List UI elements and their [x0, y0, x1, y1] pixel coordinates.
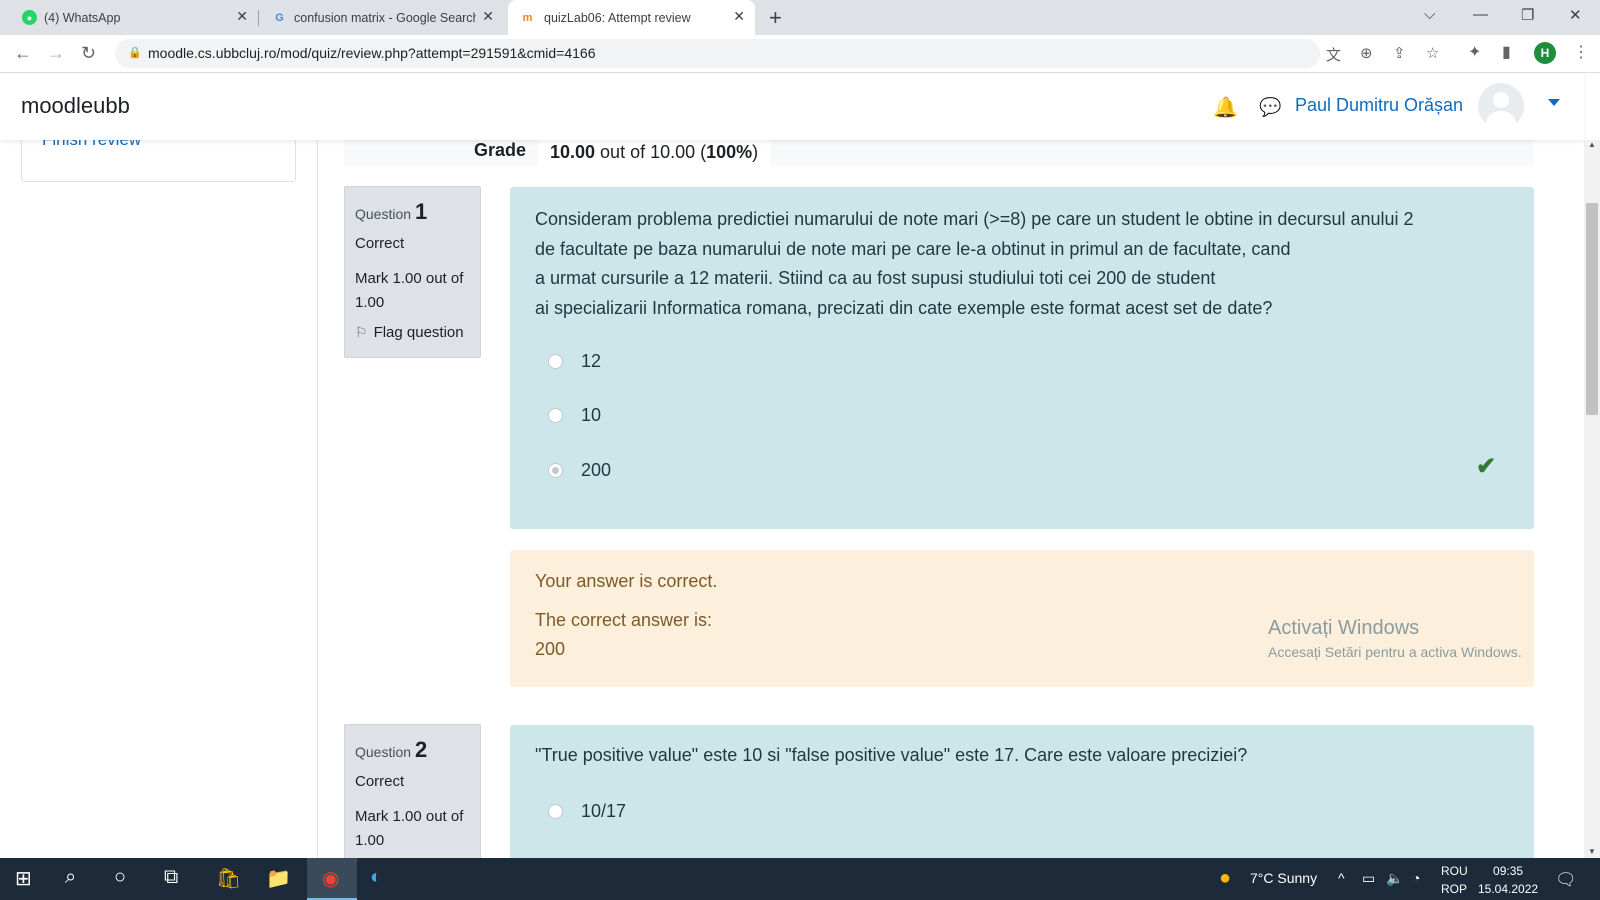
site-navbar: moodleubb 🔔 💬 Paul Dumitru Orășan: [0, 73, 1584, 140]
moodle-icon: m: [522, 11, 533, 24]
windows-activation-title: Activați Windows: [1268, 617, 1420, 639]
answer-option[interactable]: 12: [548, 351, 601, 372]
clock[interactable]: 09:35 15.04.2022: [1478, 862, 1538, 898]
windows-start-icon[interactable]: ⊞: [15, 866, 32, 891]
wifi-icon[interactable]: ◔: [1412, 870, 1420, 886]
question-2-content: "True positive value" este 10 si "false …: [510, 725, 1534, 858]
scroll-up-arrow-icon[interactable]: ▲: [1588, 140, 1596, 149]
user-avatar[interactable]: [1478, 83, 1524, 129]
page-scrollbar[interactable]: ▲ ▼: [1584, 140, 1600, 858]
notification-bell-icon[interactable]: 🔔: [1213, 95, 1238, 120]
question-state: Correct: [355, 235, 405, 252]
tab-google-search[interactable]: G confusion matrix - Google Search ✕: [272, 0, 498, 35]
store-icon[interactable]: 🛍: [216, 866, 241, 891]
notifications-icon[interactable]: 🗨: [1555, 870, 1577, 890]
correct-answer-label: The correct answer is:: [535, 610, 713, 630]
radio-button-selected[interactable]: [548, 463, 563, 478]
answer-option[interactable]: 10/17: [548, 801, 626, 822]
close-tab-icon[interactable]: ✕: [482, 8, 494, 25]
radio-button[interactable]: [548, 804, 563, 819]
flag-question-button[interactable]: ⚐ Flag question: [355, 324, 464, 341]
finish-review-link[interactable]: Finish review: [42, 140, 141, 150]
windows-taskbar: ⊞ ⌕ ○ ⧉ 🛍 📁 ◉ ◐ ● 7°C Sunny ^ ▭ 🔈 ◔ ROU …: [0, 858, 1600, 900]
question-state: Correct: [355, 773, 405, 790]
tab-whatsapp[interactable]: ● (4) WhatsApp ✕: [22, 0, 252, 35]
tab-title: confusion matrix - Google Search: [294, 10, 476, 25]
question-1-content: Consideram problema predictiei numarului…: [510, 187, 1534, 529]
user-name[interactable]: Paul Dumitru Orășan: [1295, 95, 1463, 116]
question-mark: Mark 1.00 out of 1.00: [355, 270, 464, 311]
scroll-down-arrow-icon[interactable]: ▼: [1588, 847, 1596, 856]
browser-toolbar: ← → ↻ 🔒 moodle.cs.ubbcluj.ro/mod/quiz/re…: [0, 35, 1600, 73]
question-number: Question 2: [355, 737, 428, 762]
chrome-taskbar-button[interactable]: ◉: [307, 858, 357, 900]
tab-search-icon[interactable]: ⌵: [1424, 6, 1435, 23]
share-icon[interactable]: ⇪: [1393, 44, 1406, 62]
question-1-info: Question 1 Correct Mark 1.00 out of 1.00…: [344, 186, 481, 358]
messages-icon[interactable]: 💬: [1259, 97, 1281, 118]
correct-answer-value: 200: [535, 639, 566, 659]
zoom-icon[interactable]: ⊕: [1360, 44, 1373, 62]
question-text: "True positive value" este 10 si "false …: [535, 745, 1248, 765]
grade-value: 10.00 out of 10.00 (100%): [538, 140, 771, 166]
close-window-button[interactable]: ✕: [1569, 6, 1582, 24]
radio-button[interactable]: [548, 354, 563, 369]
reload-icon[interactable]: ↻: [81, 43, 96, 64]
chrome-icon: ◉: [322, 868, 340, 890]
answer-option[interactable]: 10: [548, 405, 601, 426]
volume-icon[interactable]: 🔈: [1386, 870, 1403, 887]
file-explorer-icon[interactable]: 📁: [266, 866, 291, 891]
bookmark-star-icon[interactable]: ☆: [1426, 44, 1439, 62]
question-mark: Mark 1.00 out of 1.00: [355, 808, 464, 849]
address-bar[interactable]: 🔒 moodle.cs.ubbcluj.ro/mod/quiz/review.p…: [115, 39, 1439, 68]
google-icon: G: [275, 11, 284, 24]
translate-icon[interactable]: 文: [1326, 44, 1341, 65]
close-tab-icon[interactable]: ✕: [733, 8, 745, 25]
question-number: Question 1: [355, 199, 428, 224]
url-text: moodle.cs.ubbcluj.ro/mod/quiz/review.php…: [148, 45, 596, 61]
back-icon[interactable]: ←: [14, 43, 32, 64]
profile-avatar[interactable]: H: [1534, 42, 1556, 64]
whatsapp-icon: ●: [22, 10, 37, 25]
windows-activation-subtitle: Accesați Setări pentru a activa Windows.: [1268, 644, 1522, 660]
extensions-icon[interactable]: ✦: [1468, 42, 1481, 62]
input-language[interactable]: ROU ROP: [1441, 862, 1468, 898]
correct-checkmark-icon: ✔: [1476, 453, 1497, 480]
lock-icon: 🔒: [128, 47, 142, 59]
new-tab-button[interactable]: +: [769, 5, 782, 31]
maximize-button[interactable]: ❐: [1521, 6, 1534, 24]
forward-icon[interactable]: →: [47, 43, 65, 64]
scrollbar-thumb[interactable]: [1586, 203, 1598, 415]
close-tab-icon[interactable]: ✕: [236, 8, 248, 25]
question-2-info: Question 2 Correct Mark 1.00 out of 1.00: [344, 724, 481, 858]
weather-icon: ●: [1219, 867, 1232, 889]
browser-tab-bar: ● (4) WhatsApp ✕ G confusion matrix - Go…: [0, 0, 1600, 35]
flag-icon: ⚐: [355, 324, 368, 340]
answer-option[interactable]: 200: [548, 460, 611, 481]
region-divider: [317, 140, 318, 858]
search-icon[interactable]: ⌕: [65, 866, 76, 889]
side-panel-icon[interactable]: ▮: [1502, 42, 1511, 62]
weather-text[interactable]: 7°C Sunny: [1250, 870, 1317, 886]
feedback-result: Your answer is correct.: [535, 571, 718, 591]
question-text: Consideram problema predictiei numarului…: [535, 209, 1414, 318]
tab-title: quizLab06: Attempt review: [544, 10, 691, 25]
edge-icon[interactable]: ◐: [370, 866, 382, 889]
cortana-icon[interactable]: ○: [114, 866, 126, 889]
tab-separator: [258, 10, 259, 26]
user-menu-caret-icon[interactable]: [1548, 99, 1560, 106]
menu-icon[interactable]: ⋮: [1573, 42, 1589, 62]
radio-button[interactable]: [548, 408, 563, 423]
page-content: Finish review Grade 10.00 out of 10.00 (…: [0, 140, 1584, 858]
task-view-icon[interactable]: ⧉: [164, 866, 178, 889]
minimize-button[interactable]: —: [1473, 6, 1488, 23]
site-brand[interactable]: moodleubb: [21, 93, 130, 119]
battery-icon[interactable]: ▭: [1362, 870, 1375, 887]
tab-quiz-review[interactable]: m quizLab06: Attempt review ✕: [508, 0, 755, 35]
tab-title: (4) WhatsApp: [44, 10, 121, 25]
grade-label: Grade: [474, 140, 527, 160]
tray-chevron-icon[interactable]: ^: [1338, 870, 1345, 886]
